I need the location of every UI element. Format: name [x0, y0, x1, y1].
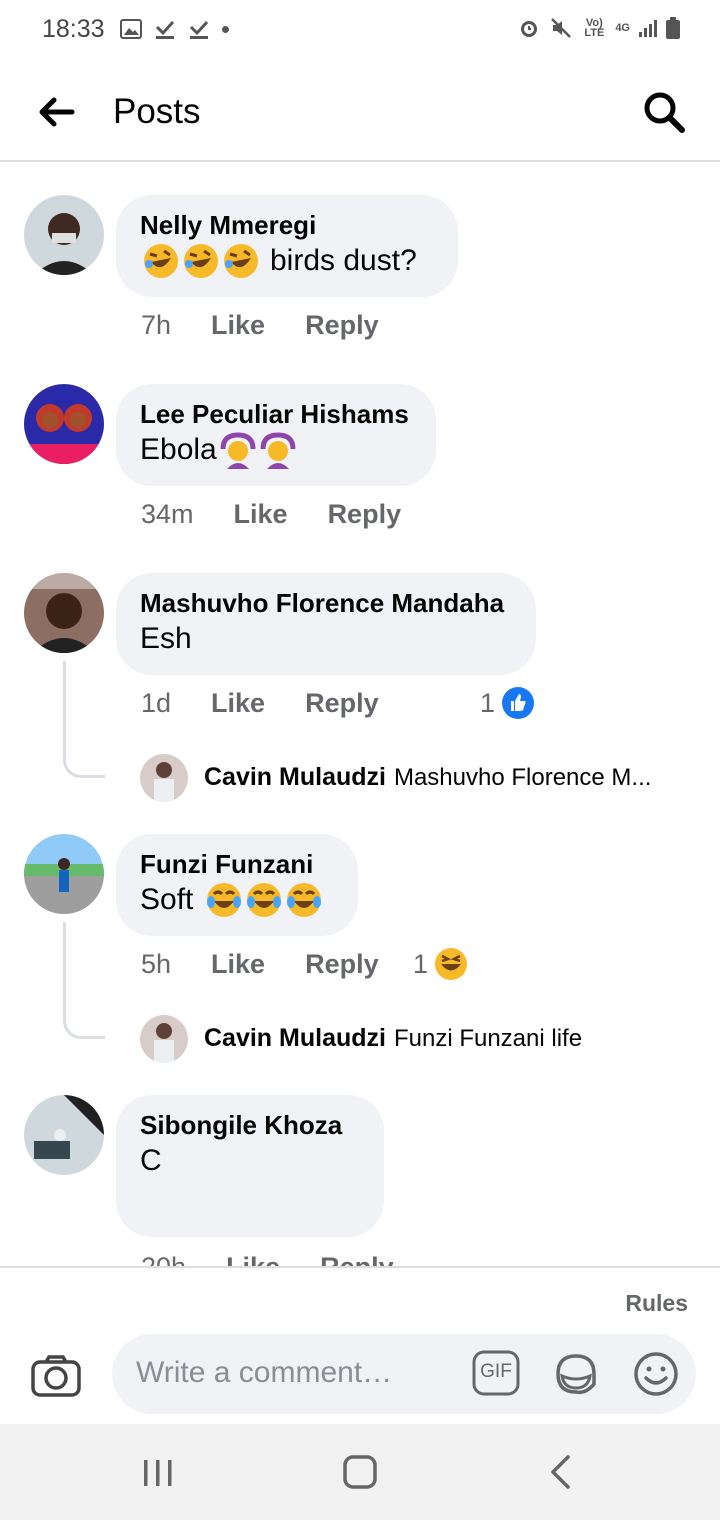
avatar[interactable] — [24, 1095, 104, 1175]
like-button[interactable]: Like — [211, 949, 265, 980]
comment-text: birds dust? — [270, 244, 417, 277]
thread-connector — [63, 661, 105, 778]
comment-author[interactable]: Funzi Funzani — [140, 848, 334, 880]
avatar[interactable] — [24, 834, 104, 914]
avatar[interactable] — [24, 384, 104, 464]
alarm-icon — [521, 21, 538, 37]
comment-time: 1d — [141, 688, 172, 718]
search-icon[interactable] — [642, 90, 686, 134]
reply-button[interactable]: Reply — [305, 949, 379, 980]
reply-preview[interactable]: Cavin Mulaudzi Funzi Funzani life — [204, 1024, 582, 1053]
tears-of-joy-emoji-icon — [287, 883, 322, 917]
rofl-emoji-icon — [144, 244, 178, 278]
volte-label: Vo) LTE — [584, 17, 605, 39]
reaction-count: 1 — [413, 948, 429, 979]
avatar[interactable] — [24, 573, 104, 653]
tears-of-joy-emoji-icon — [247, 883, 282, 917]
reaction-summary[interactable]: 1 — [480, 686, 535, 720]
signal-icon — [639, 20, 657, 37]
comment-time: 5h — [141, 949, 172, 979]
reply-preview[interactable]: Cavin Mulaudzi Mashuvho Florence M... — [204, 763, 651, 792]
comment-time: 34m — [141, 499, 194, 529]
sticker-icon[interactable] — [552, 1350, 600, 1398]
reply-button[interactable]: Reply — [305, 688, 379, 719]
comment-text: Esh — [140, 622, 192, 655]
comment-time: 20h — [141, 1252, 186, 1266]
rofl-emoji-icon — [184, 244, 218, 278]
woman-gesturing-ok-emoji-icon — [260, 432, 296, 469]
comment-text: Soft — [140, 883, 194, 916]
gif-label: GIF — [480, 1361, 512, 1382]
comment-meta: 7h Like Reply — [141, 310, 419, 341]
battery-icon — [666, 17, 680, 39]
comment-bubble[interactable]: Funzi Funzani Soft — [116, 834, 358, 936]
comment-bubble[interactable]: Nelly Mmeregi birds dust? — [116, 195, 458, 297]
reply-author[interactable]: Cavin Mulaudzi — [204, 763, 386, 792]
comment-bubble[interactable]: Mashuvho Florence Mandaha Esh — [116, 573, 536, 675]
like-button[interactable]: Like — [211, 688, 265, 719]
gallery-notification-icon — [120, 19, 142, 39]
reply-author[interactable]: Cavin Mulaudzi — [204, 1024, 386, 1053]
comment-bubble[interactable]: Sibongile Khoza C — [116, 1095, 384, 1237]
comment-meta: 34m Like Reply — [141, 499, 441, 530]
comment-meta: 5h Like Reply — [141, 949, 419, 980]
network-gen-label: 4G — [615, 22, 630, 34]
download-done-icon — [155, 20, 175, 39]
comment-time: 7h — [141, 310, 172, 340]
back-arrow-icon[interactable] — [36, 92, 76, 132]
comment-author[interactable]: Mashuvho Florence Mandaha — [140, 587, 512, 619]
comment-bubble[interactable]: Lee Peculiar Hishams Ebola — [116, 384, 436, 486]
reply-button[interactable]: Reply — [305, 310, 379, 341]
haha-reaction-icon — [435, 948, 468, 980]
comment-input-placeholder: Write a comment… — [136, 1356, 393, 1389]
comments-list: Nelly Mmeregi birds dust? 7h Like Reply … — [0, 164, 720, 1266]
woman-gesturing-ok-emoji-icon — [220, 432, 256, 469]
home-icon[interactable] — [342, 1454, 378, 1490]
comment-meta: 20h Like Reply — [141, 1252, 434, 1266]
avatar[interactable] — [140, 754, 188, 802]
system-back-icon[interactable] — [548, 1454, 572, 1490]
like-button[interactable]: Like — [211, 310, 265, 341]
comment-author[interactable]: Lee Peculiar Hishams — [140, 398, 412, 430]
rofl-emoji-icon — [224, 244, 258, 278]
comment-text: C — [140, 1144, 162, 1177]
download-done-icon-2 — [189, 20, 209, 39]
like-button[interactable]: Like — [226, 1252, 280, 1266]
comment-input[interactable]: Write a comment… GIF — [112, 1334, 696, 1414]
tears-of-joy-emoji-icon — [207, 883, 242, 917]
thread-connector — [63, 922, 105, 1039]
emoji-icon[interactable] — [632, 1350, 680, 1398]
mute-icon — [551, 18, 572, 38]
comment-author[interactable]: Sibongile Khoza — [140, 1109, 360, 1141]
reaction-count: 1 — [480, 687, 496, 718]
avatar[interactable] — [24, 195, 104, 275]
status-bar: 18:33 Vo) LTE 4G — [0, 0, 720, 60]
avatar[interactable] — [140, 1015, 188, 1063]
camera-icon[interactable] — [30, 1354, 82, 1398]
like-reaction-icon — [502, 687, 535, 719]
reply-text: Funzi Funzani life — [393, 1024, 583, 1052]
reply-button[interactable]: Reply — [320, 1252, 394, 1266]
reply-button[interactable]: Reply — [328, 499, 402, 530]
rules-link[interactable]: Rules — [625, 1290, 688, 1317]
comment-composer: Rules Write a comment… GIF — [0, 1266, 720, 1424]
reply-text: Mashuvho Florence M... — [393, 763, 652, 791]
gif-button[interactable]: GIF — [472, 1350, 520, 1396]
comment-text: Ebola — [140, 433, 217, 466]
status-time: 18:33 — [42, 15, 105, 43]
like-button[interactable]: Like — [234, 499, 288, 530]
system-nav-bar — [0, 1424, 720, 1520]
page-title: Posts — [113, 92, 201, 131]
app-header: Posts — [0, 62, 720, 162]
recent-apps-icon[interactable] — [140, 1458, 176, 1488]
comment-meta: 1d Like Reply — [141, 688, 419, 719]
comment-author[interactable]: Nelly Mmeregi — [140, 209, 434, 241]
more-notifications-dot — [222, 25, 229, 33]
reaction-summary[interactable]: 1 — [413, 947, 468, 981]
